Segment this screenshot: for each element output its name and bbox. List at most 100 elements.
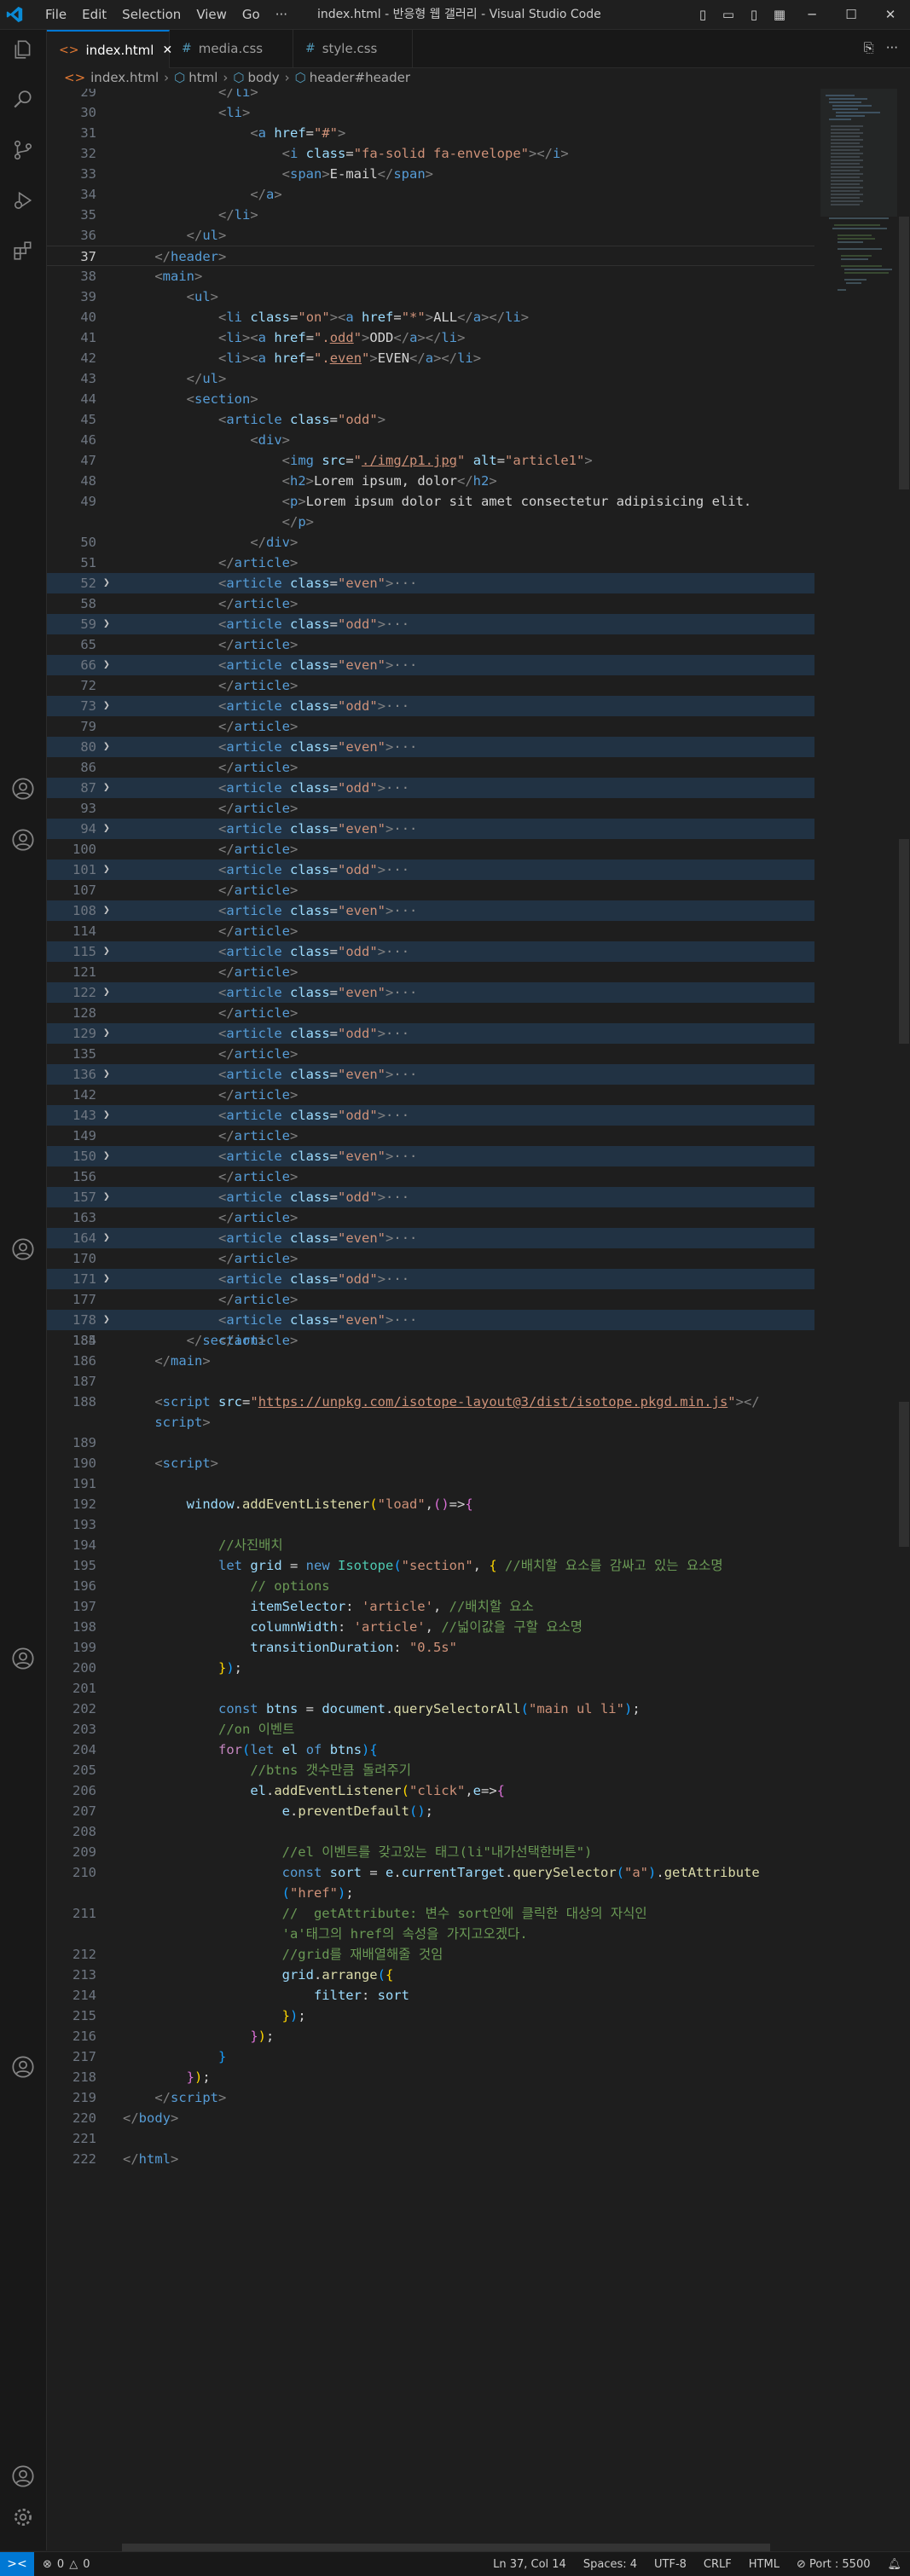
code-line: 79 </article> — [80, 719, 299, 734]
tab-media-css[interactable]: # media.css — [170, 30, 293, 67]
folded-code-line[interactable]: 80 ❯ <article class="even">··· — [47, 737, 814, 757]
folded-code-line[interactable]: 73 ❯ <article class="odd">··· — [47, 696, 814, 716]
chevron-right-icon[interactable]: ❯ — [103, 900, 110, 921]
code-line: 219 </script> — [72, 2090, 227, 2105]
folded-code-line[interactable]: 115 ❯ <article class="odd">··· — [47, 941, 814, 962]
problems-indicator[interactable]: ⊗ 0 △ 0 — [43, 2552, 90, 2576]
chevron-right-icon[interactable]: ❯ — [103, 982, 110, 1003]
code-editor[interactable]: 29 </li> 30 <li> 31 <a href="#"> 32 <i c… — [47, 89, 910, 2544]
menu-edit[interactable]: Edit — [74, 7, 114, 22]
menu-go[interactable]: Go — [235, 7, 268, 22]
folded-code-line[interactable]: 52 ❯ <article class="even">··· — [47, 573, 814, 593]
extensions-icon[interactable] — [9, 236, 38, 265]
breadcrumb-item[interactable]: header#header — [310, 70, 410, 85]
chevron-right-icon[interactable]: ❯ — [103, 1187, 110, 1207]
folded-code-line[interactable]: 94 ❯ <article class="even">··· — [47, 819, 814, 839]
code-line: 201 — [72, 1681, 96, 1696]
search-icon[interactable] — [9, 85, 38, 114]
tab-style-css[interactable]: # style.css — [293, 30, 413, 67]
folded-code-line[interactable]: 66 ❯ <article class="even">··· — [47, 655, 814, 675]
minimap[interactable] — [820, 89, 897, 413]
html-icon: <> — [64, 70, 86, 85]
code-line: 33 <span>E-mail</span> — [80, 166, 433, 182]
html-icon: <> — [59, 43, 79, 57]
minimize-icon[interactable]: ─ — [792, 7, 832, 22]
toggle-panel-icon[interactable]: ▭ — [716, 7, 741, 22]
chevron-right-icon[interactable]: ❯ — [103, 737, 110, 757]
explorer-icon[interactable] — [9, 35, 38, 64]
split-editor-icon[interactable]: ⎘ — [864, 40, 874, 55]
run-debug-icon[interactable] — [9, 186, 38, 215]
toggle-secondary-sidebar-icon[interactable]: ▯ — [741, 7, 767, 22]
breadcrumb-item[interactable]: index.html — [90, 70, 159, 85]
code-line: 50 </div> — [80, 535, 299, 550]
folded-code-line[interactable]: 129 ❯ <article class="odd">··· — [47, 1023, 814, 1044]
folded-code-line[interactable]: 122 ❯ <article class="even">··· — [47, 982, 814, 1003]
chevron-right-icon[interactable]: ❯ — [103, 860, 110, 880]
code-line: 216 }); — [72, 2029, 275, 2044]
tab-index-html[interactable]: <> index.html ✕ — [47, 30, 172, 68]
account-icon[interactable] — [9, 2052, 38, 2081]
editor-tabs: <> index.html ✕ # media.css # style.css … — [47, 30, 910, 68]
folded-code-line[interactable]: 157 ❯ <article class="odd">··· — [47, 1187, 814, 1207]
folded-code-line[interactable]: 108 ❯ <article class="even">··· — [47, 900, 814, 921]
indentation[interactable]: Spaces: 4 — [583, 2558, 637, 2571]
source-control-icon[interactable] — [9, 136, 38, 165]
chevron-right-icon[interactable]: ❯ — [103, 1105, 110, 1126]
account-icon[interactable] — [9, 1235, 38, 1264]
encoding[interactable]: UTF-8 — [654, 2558, 687, 2571]
chevron-right-icon[interactable]: ❯ — [103, 573, 110, 593]
chevron-right-icon[interactable]: ❯ — [103, 1269, 110, 1289]
element-icon: ⬡ — [174, 70, 186, 85]
chevron-right-icon[interactable]: ❯ — [103, 655, 110, 675]
chevron-right-icon[interactable]: ❯ — [103, 696, 110, 716]
folded-code-line[interactable]: 59 ❯ <article class="odd">··· — [47, 614, 814, 634]
live-server-status[interactable]: ⊘ Port : 5500 — [797, 2558, 871, 2571]
remote-icon[interactable]: >< — [0, 2552, 34, 2576]
code-line: 72 </article> — [80, 678, 299, 693]
maximize-icon[interactable]: ☐ — [832, 7, 871, 22]
code-line: 200 }); — [72, 1660, 243, 1676]
css-icon: # — [305, 42, 316, 55]
close-window-icon[interactable]: ✕ — [871, 7, 910, 22]
folded-code-line[interactable]: 178 ❯ <article class="even">··· — [47, 1310, 814, 1330]
vertical-scrollbar[interactable] — [897, 89, 910, 2544]
more-actions-icon[interactable]: ··· — [886, 40, 898, 55]
code-line: 36 </ul> — [80, 228, 227, 243]
breadcrumb-item[interactable]: body — [248, 70, 280, 85]
account-icon[interactable] — [9, 825, 38, 854]
folded-code-line[interactable]: 143 ❯ <article class="odd">··· — [47, 1105, 814, 1126]
folded-code-line[interactable]: 171 ❯ <article class="odd">··· — [47, 1269, 814, 1289]
folded-code-line[interactable]: 150 ❯ <article class="even">··· — [47, 1146, 814, 1166]
toggle-primary-sidebar-icon[interactable]: ▯ — [690, 7, 716, 22]
notifications-icon[interactable]: 🔔︎ — [887, 2558, 901, 2571]
chevron-right-icon[interactable]: ❯ — [103, 614, 110, 634]
menu-file[interactable]: File — [38, 7, 74, 22]
menu-selection[interactable]: Selection — [114, 7, 188, 22]
chevron-right-icon[interactable]: ❯ — [103, 941, 110, 962]
line-ending[interactable]: CRLF — [704, 2558, 732, 2571]
chevron-right-icon[interactable]: ❯ — [103, 1023, 110, 1044]
menu-more[interactable]: ··· — [268, 7, 295, 22]
account-icon[interactable] — [9, 1644, 38, 1673]
chevron-right-icon[interactable]: ❯ — [103, 778, 110, 798]
folded-code-line[interactable]: 136 ❯ <article class="even">··· — [47, 1064, 814, 1085]
code-line: 187 — [72, 1374, 96, 1389]
chevron-right-icon[interactable]: ❯ — [103, 1310, 110, 1330]
chevron-right-icon[interactable]: ❯ — [103, 1064, 110, 1085]
cursor-position[interactable]: Ln 37, Col 14 — [493, 2558, 566, 2571]
account-icon[interactable] — [9, 774, 38, 803]
settings-icon[interactable] — [9, 2503, 38, 2532]
folded-code-line[interactable]: 101 ❯ <article class="odd">··· — [47, 860, 814, 880]
language-mode[interactable]: HTML — [749, 2558, 780, 2571]
breadcrumb-item[interactable]: html — [188, 70, 217, 85]
chevron-right-icon[interactable]: ❯ — [103, 1146, 110, 1166]
folded-code-line[interactable]: 164 ❯ <article class="even">··· — [47, 1228, 814, 1248]
chevron-right-icon[interactable]: ❯ — [103, 819, 110, 839]
customize-layout-icon[interactable]: ▦ — [767, 7, 792, 22]
chevron-right-icon[interactable]: ❯ — [103, 1228, 110, 1248]
account-icon[interactable] — [9, 2462, 38, 2491]
folded-code-line[interactable]: 87 ❯ <article class="odd">··· — [47, 778, 814, 798]
menu-view[interactable]: View — [188, 7, 235, 22]
code-line: 46 <div> — [80, 432, 290, 448]
